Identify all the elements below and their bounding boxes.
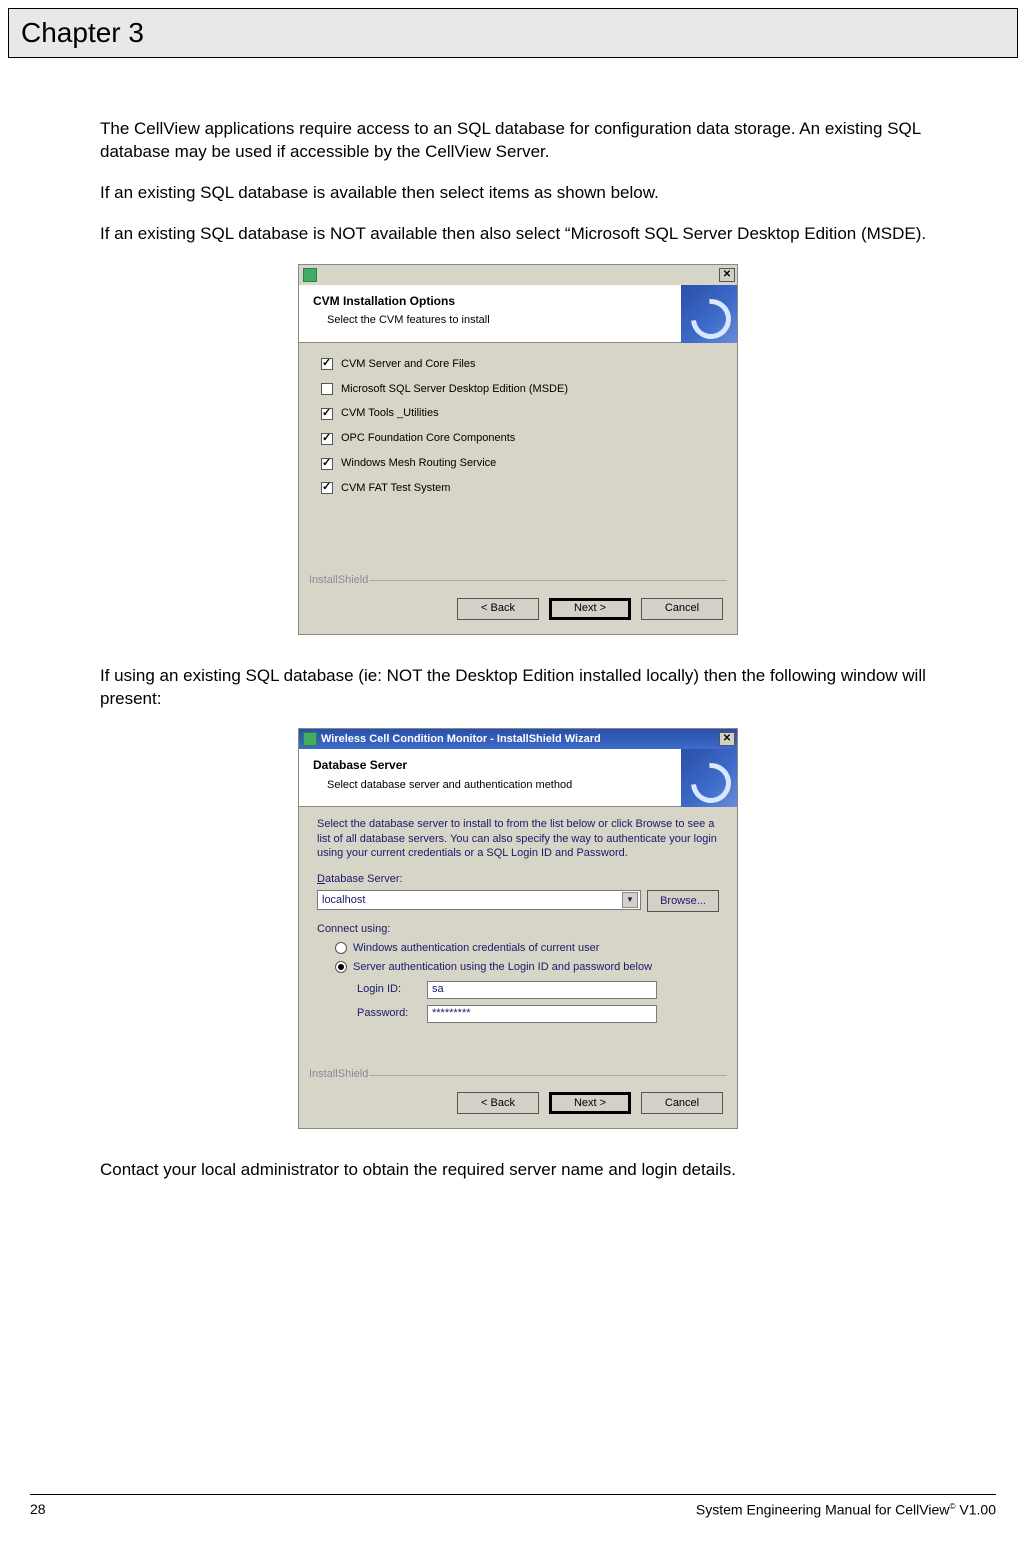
dialog-subtitle: Select the CVM features to install	[313, 313, 723, 328]
checkbox-icon[interactable]	[321, 482, 333, 494]
password-label: Password:	[357, 1006, 427, 1021]
field-label: Database Server:	[317, 872, 719, 887]
field-label: Connect using:	[317, 922, 719, 937]
password-input[interactable]: *********	[427, 1005, 657, 1023]
checkbox-row[interactable]: CVM FAT Test System	[321, 481, 719, 496]
login-label: Login ID:	[357, 982, 427, 997]
radio-icon[interactable]	[335, 961, 347, 973]
chapter-header: Chapter 3	[8, 8, 1018, 58]
dialog-title: Database Server	[313, 757, 723, 773]
checkbox-label: CVM Server and Core Files	[341, 357, 476, 372]
checkbox-label: Microsoft SQL Server Desktop Edition (MS…	[341, 382, 568, 397]
dialog-buttons: < Back Next > Cancel	[299, 588, 737, 634]
dialog-body: Select the database server to install to…	[299, 807, 737, 1067]
paragraph: If using an existing SQL database (ie: N…	[100, 665, 936, 711]
dialog-subtitle: Select database server and authenticatio…	[313, 778, 723, 793]
chevron-down-icon[interactable]: ▼	[622, 892, 638, 908]
radio-windows-auth[interactable]: Windows authentication credentials of cu…	[335, 941, 719, 956]
info-text: Select the database server to install to…	[317, 817, 719, 860]
radio-icon[interactable]	[335, 942, 347, 954]
radio-server-auth[interactable]: Server authentication using the Login ID…	[335, 960, 719, 975]
database-server-combo[interactable]: localhost ▼	[317, 890, 641, 910]
back-button[interactable]: < Back	[457, 1092, 539, 1114]
paragraph: The CellView applications require access…	[100, 118, 936, 164]
dialog-header: Database Server Select database server a…	[299, 749, 737, 807]
dialog-buttons: < Back Next > Cancel	[299, 1082, 737, 1128]
page-footer: 28 System Engineering Manual for CellVie…	[0, 1494, 1026, 1518]
install-options-dialog: ✕ CVM Installation Options Select the CV…	[298, 264, 738, 635]
dialog-titlebar: ✕	[299, 265, 737, 285]
radio-label: Server authentication using the Login ID…	[353, 960, 652, 975]
doc-title: System Engineering Manual for CellView© …	[696, 1501, 996, 1518]
dialog-body: CVM Server and Core Files Microsoft SQL …	[299, 343, 737, 573]
back-button[interactable]: < Back	[457, 598, 539, 620]
paragraph: If an existing SQL database is NOT avail…	[100, 223, 936, 246]
next-button[interactable]: Next >	[549, 598, 631, 620]
checkbox-icon[interactable]	[321, 358, 333, 370]
logo-icon	[681, 285, 737, 343]
dialog-title: CVM Installation Options	[313, 293, 723, 309]
checkbox-row[interactable]: Windows Mesh Routing Service	[321, 456, 719, 471]
cancel-button[interactable]: Cancel	[641, 598, 723, 620]
dialog-titlebar: Wireless Cell Condition Monitor - Instal…	[299, 729, 737, 749]
browse-button[interactable]: Browse...	[647, 890, 719, 912]
page-number: 28	[30, 1501, 46, 1518]
logo-icon	[681, 749, 737, 807]
checkbox-row[interactable]: OPC Foundation Core Components	[321, 431, 719, 446]
checkbox-label: Windows Mesh Routing Service	[341, 456, 496, 471]
installshield-label: InstallShield	[299, 1067, 737, 1082]
checkbox-icon[interactable]	[321, 458, 333, 470]
combo-value: localhost	[322, 893, 365, 908]
app-icon	[303, 732, 317, 746]
login-input[interactable]: sa	[427, 981, 657, 999]
paragraph: If an existing SQL database is available…	[100, 182, 936, 205]
close-icon[interactable]: ✕	[719, 732, 735, 746]
checkbox-row[interactable]: CVM Server and Core Files	[321, 357, 719, 372]
page-content: The CellView applications require access…	[0, 58, 1026, 1182]
checkbox-label: OPC Foundation Core Components	[341, 431, 515, 446]
radio-label: Windows authentication credentials of cu…	[353, 941, 599, 956]
database-server-dialog: Wireless Cell Condition Monitor - Instal…	[298, 728, 738, 1129]
checkbox-icon[interactable]	[321, 433, 333, 445]
paragraph: Contact your local administrator to obta…	[100, 1159, 936, 1182]
dialog-titlebar-text: Wireless Cell Condition Monitor - Instal…	[321, 732, 601, 747]
checkbox-label: CVM FAT Test System	[341, 481, 450, 496]
checkbox-icon[interactable]	[321, 408, 333, 420]
app-icon	[303, 268, 317, 282]
checkbox-row[interactable]: Microsoft SQL Server Desktop Edition (MS…	[321, 382, 719, 397]
next-button[interactable]: Next >	[549, 1092, 631, 1114]
installshield-label: InstallShield	[299, 573, 737, 588]
cancel-button[interactable]: Cancel	[641, 1092, 723, 1114]
checkbox-row[interactable]: CVM Tools _Utilities	[321, 406, 719, 421]
checkbox-icon[interactable]	[321, 383, 333, 395]
checkbox-label: CVM Tools _Utilities	[341, 406, 439, 421]
dialog-header: CVM Installation Options Select the CVM …	[299, 285, 737, 343]
close-icon[interactable]: ✕	[719, 268, 735, 282]
